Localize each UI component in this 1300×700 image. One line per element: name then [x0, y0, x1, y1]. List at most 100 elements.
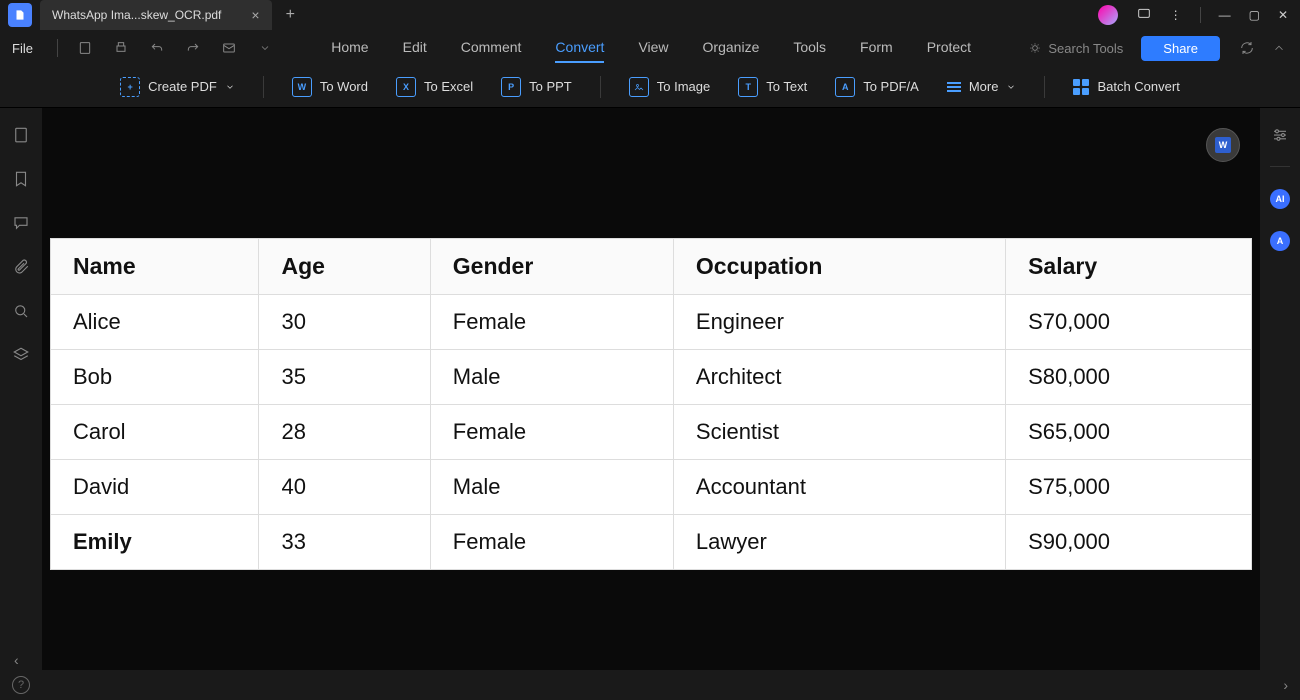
translate-badge-icon[interactable]: A — [1270, 231, 1290, 251]
to-word-label: To Word — [320, 79, 368, 94]
tab-tools[interactable]: Tools — [793, 33, 826, 63]
table-header-row: Name Age Gender Occupation Salary — [51, 239, 1252, 295]
document-page: Name Age Gender Occupation Salary Alice3… — [50, 238, 1252, 570]
cell-name: Alice — [51, 295, 259, 350]
header-gender: Gender — [430, 239, 673, 295]
collapse-ribbon-icon[interactable] — [1270, 39, 1288, 57]
thumbnails-icon[interactable] — [12, 126, 30, 144]
settings-sliders-icon[interactable] — [1271, 126, 1289, 144]
create-pdf-button[interactable]: + Create PDF — [120, 77, 235, 97]
chat-icon[interactable] — [1136, 6, 1152, 25]
cell-gender: Female — [430, 515, 673, 570]
batch-convert-button[interactable]: Batch Convert — [1073, 79, 1179, 95]
window-minimize-button[interactable]: — — [1219, 8, 1231, 22]
cell-salary: S70,000 — [1006, 295, 1252, 350]
to-excel-button[interactable]: X To Excel — [396, 77, 473, 97]
to-image-button[interactable]: To Image — [629, 77, 710, 97]
text-icon: T — [738, 77, 758, 97]
menu-bar: File Home Edit Comment Convert View Orga… — [0, 30, 1300, 66]
tab-home[interactable]: Home — [331, 33, 368, 63]
app-logo-icon — [8, 3, 32, 27]
layers-icon[interactable] — [12, 346, 30, 364]
to-word-button[interactable]: W To Word — [292, 77, 368, 97]
tab-convert[interactable]: Convert — [555, 33, 604, 63]
more-icon — [947, 82, 961, 92]
sync-icon[interactable] — [1238, 39, 1256, 57]
cell-gender: Female — [430, 405, 673, 460]
header-name: Name — [51, 239, 259, 295]
window-maximize-button[interactable]: ▢ — [1249, 8, 1260, 22]
status-bar: ? ‹ › — [0, 670, 1300, 700]
workspace: W Name Age Gender Occupation Salary Alic… — [0, 108, 1300, 670]
to-ppt-button[interactable]: P To PPT — [501, 77, 572, 97]
header-age: Age — [259, 239, 430, 295]
cell-occupation: Engineer — [673, 295, 1005, 350]
cell-occupation: Scientist — [673, 405, 1005, 460]
search-icon[interactable] — [12, 302, 30, 320]
document-canvas[interactable]: W Name Age Gender Occupation Salary Alic… — [42, 108, 1260, 670]
tab-organize[interactable]: Organize — [703, 33, 760, 63]
header-salary: Salary — [1006, 239, 1252, 295]
undo-icon[interactable] — [148, 39, 166, 57]
cell-age: 35 — [259, 350, 430, 405]
user-avatar[interactable] — [1098, 5, 1118, 25]
cell-occupation: Architect — [673, 350, 1005, 405]
to-image-label: To Image — [657, 79, 710, 94]
cell-age: 30 — [259, 295, 430, 350]
tab-comment[interactable]: Comment — [461, 33, 522, 63]
to-excel-label: To Excel — [424, 79, 473, 94]
help-icon[interactable]: ? — [12, 676, 30, 694]
create-pdf-label: Create PDF — [148, 79, 217, 94]
redo-icon[interactable] — [184, 39, 202, 57]
ppt-icon: P — [501, 77, 521, 97]
attachments-icon[interactable] — [12, 258, 30, 276]
cell-salary: S90,000 — [1006, 515, 1252, 570]
ai-badge-icon[interactable]: AI — [1270, 189, 1290, 209]
document-tab[interactable]: WhatsApp Ima...skew_OCR.pdf × — [40, 0, 272, 30]
new-tab-button[interactable]: + — [286, 6, 295, 24]
word-float-badge[interactable]: W — [1206, 128, 1240, 162]
table-row: Carol28FemaleScientistS65,000 — [51, 405, 1252, 460]
to-text-button[interactable]: T To Text — [738, 77, 807, 97]
share-button[interactable]: Share — [1141, 36, 1220, 61]
more-label: More — [969, 79, 999, 94]
batch-icon — [1073, 79, 1089, 95]
excel-icon: X — [396, 77, 416, 97]
cell-age: 33 — [259, 515, 430, 570]
image-icon — [629, 77, 649, 97]
left-sidebar — [0, 108, 42, 670]
pdfa-icon: A — [835, 77, 855, 97]
cell-salary: S80,000 — [1006, 350, 1252, 405]
cell-gender: Male — [430, 460, 673, 515]
close-tab-icon[interactable]: × — [251, 7, 259, 23]
data-table: Name Age Gender Occupation Salary Alice3… — [50, 238, 1252, 570]
cell-occupation: Accountant — [673, 460, 1005, 515]
next-page-button[interactable]: › — [1283, 677, 1288, 693]
more-menu-icon[interactable]: ⋮ — [1170, 8, 1182, 22]
cell-age: 40 — [259, 460, 430, 515]
mail-icon[interactable] — [220, 39, 238, 57]
file-menu[interactable]: File — [12, 41, 33, 56]
prev-page-button[interactable]: ‹ — [14, 652, 19, 668]
more-convert-button[interactable]: More — [947, 79, 1017, 94]
window-close-button[interactable]: ✕ — [1278, 8, 1288, 22]
cell-name: Bob — [51, 350, 259, 405]
search-tools[interactable]: Search Tools — [1028, 41, 1123, 56]
print-icon[interactable] — [112, 39, 130, 57]
cell-gender: Male — [430, 350, 673, 405]
bookmarks-icon[interactable] — [12, 170, 30, 188]
save-icon[interactable] — [76, 39, 94, 57]
tab-form[interactable]: Form — [860, 33, 893, 63]
word-icon: W — [292, 77, 312, 97]
tab-protect[interactable]: Protect — [927, 33, 971, 63]
title-bar: WhatsApp Ima...skew_OCR.pdf × + ⋮ — ▢ ✕ — [0, 0, 1300, 30]
table-row: Emily33FemaleLawyerS90,000 — [51, 515, 1252, 570]
tab-edit[interactable]: Edit — [403, 33, 427, 63]
cell-name: Emily — [51, 515, 259, 570]
cell-salary: S65,000 — [1006, 405, 1252, 460]
comments-icon[interactable] — [12, 214, 30, 232]
to-pdfa-button[interactable]: A To PDF/A — [835, 77, 919, 97]
dropdown-icon[interactable] — [256, 39, 274, 57]
tab-view[interactable]: View — [638, 33, 668, 63]
cell-age: 28 — [259, 405, 430, 460]
